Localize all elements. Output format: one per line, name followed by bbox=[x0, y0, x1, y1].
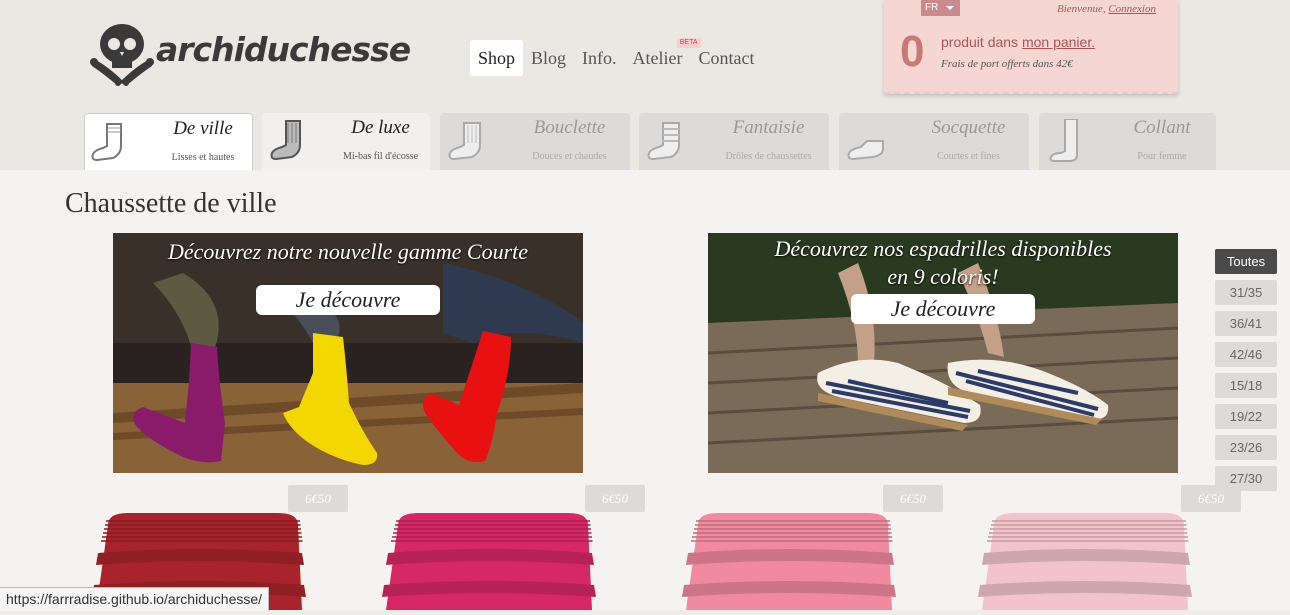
size-toutes[interactable]: Toutes bbox=[1215, 249, 1277, 274]
category-subtitle: Courtes et fines bbox=[937, 151, 1000, 162]
cart-panel: FR Bienvenue, Connexion 0 produit dans m… bbox=[884, 0, 1178, 94]
category-name: Bouclette bbox=[533, 117, 606, 138]
shipping-info: Frais de port offerts dans 42€ bbox=[941, 58, 1073, 70]
size-42-46[interactable]: 42/46 bbox=[1215, 342, 1277, 367]
nav-shop[interactable]: Shop bbox=[470, 40, 524, 76]
product-price: 6€50 bbox=[585, 485, 645, 512]
size-36-41[interactable]: 36/41 bbox=[1215, 311, 1277, 336]
nav-contact[interactable]: Contact bbox=[691, 40, 763, 76]
nav-blog[interactable]: Blog bbox=[523, 40, 574, 76]
category-de-ville[interactable]: De ville Lisses et hautes bbox=[84, 113, 253, 170]
banner-caption-line1: Découvrez nos espadrilles disponibles bbox=[774, 236, 1112, 261]
product-image bbox=[682, 513, 896, 610]
product-image bbox=[978, 513, 1192, 610]
nav-info[interactable]: Info. bbox=[574, 40, 625, 76]
nav-atelier-label: Atelier bbox=[632, 48, 683, 68]
caret-down-icon bbox=[946, 6, 954, 10]
banner-caption: Découvrez nos espadrilles disponibles en… bbox=[708, 235, 1178, 291]
size-31-35[interactable]: 31/35 bbox=[1215, 280, 1277, 305]
product-image bbox=[382, 513, 596, 610]
category-subtitle: Pour femme bbox=[1137, 151, 1187, 162]
category-subtitle: Douces et chaudes bbox=[532, 151, 607, 162]
category-subtitle: Lisses et hautes bbox=[171, 152, 235, 163]
sock-icon bbox=[448, 122, 481, 161]
category-name: De ville bbox=[173, 118, 233, 139]
logo-text: archiduchesse bbox=[156, 30, 411, 69]
language-select[interactable]: FR bbox=[921, 0, 960, 16]
status-bar-url: https://farrradise.github.io/archiduches… bbox=[0, 587, 270, 611]
product-price: 6€50 bbox=[883, 485, 943, 512]
banner-discover-button[interactable]: Je découvre bbox=[256, 285, 440, 315]
product-price: 6€50 bbox=[288, 485, 348, 512]
tights-icon bbox=[1049, 119, 1078, 162]
product-card[interactable] bbox=[678, 505, 908, 610]
category-name: Fantaisie bbox=[732, 117, 805, 138]
product-price: 6€50 bbox=[1181, 485, 1241, 512]
sock-icon bbox=[647, 122, 680, 161]
sock-icon bbox=[270, 120, 301, 161]
banner-courte[interactable]: Découvrez notre nouvelle gamme Courte Je… bbox=[113, 233, 583, 473]
category-fantaisie[interactable]: Fantaisie Drôles de chaussettes bbox=[639, 113, 829, 170]
size-19-22[interactable]: 19/22 bbox=[1215, 404, 1277, 429]
size-23-26[interactable]: 23/26 bbox=[1215, 435, 1277, 460]
nav-atelier[interactable]: Atelier BETA bbox=[625, 38, 701, 76]
category-socquette[interactable]: Socquette Courtes et fines bbox=[839, 113, 1029, 170]
product-card[interactable] bbox=[378, 505, 608, 610]
category-subtitle: Drôles de chaussettes bbox=[725, 151, 812, 162]
category-bouclette[interactable]: Bouclette Douces et chaudes bbox=[440, 113, 630, 170]
banner-caption: Découvrez notre nouvelle gamme Courte bbox=[167, 239, 529, 264]
login-link[interactable]: Connexion bbox=[1108, 3, 1156, 15]
skull-logo-icon bbox=[90, 24, 154, 86]
banner-photo bbox=[113, 233, 583, 473]
cart-count: 0 bbox=[900, 27, 925, 76]
banner-espadrilles[interactable]: Découvrez nos espadrilles disponibles en… bbox=[708, 233, 1178, 473]
size-15-18[interactable]: 15/18 bbox=[1215, 373, 1277, 398]
cart-text-label: produit dans bbox=[941, 34, 1019, 50]
banner-discover-button[interactable]: Je découvre bbox=[851, 294, 1035, 324]
category-collant[interactable]: Collant Pour femme bbox=[1039, 113, 1216, 170]
size-filter: Toutes 31/35 36/41 42/46 15/18 19/22 23/… bbox=[1215, 249, 1277, 497]
sock-icon bbox=[847, 140, 884, 161]
logo[interactable]: archiduchesse bbox=[90, 20, 411, 90]
product-card[interactable] bbox=[974, 505, 1204, 610]
cart-link[interactable]: mon panier. bbox=[1022, 34, 1095, 50]
category-name: Collant bbox=[1133, 117, 1191, 138]
category-subtitle: Mi-bas fil d'écosse bbox=[342, 151, 419, 162]
category-de-luxe[interactable]: De luxe Mi-bas fil d'écosse bbox=[262, 113, 430, 170]
language-value: FR bbox=[925, 2, 939, 13]
cart-text: produit dans mon panier. bbox=[941, 34, 1095, 50]
category-name: De luxe bbox=[351, 117, 410, 138]
welcome-label: Bienvenue, bbox=[1057, 3, 1106, 15]
banner-caption-line2: en 9 coloris! bbox=[887, 264, 999, 289]
category-name: Socquette bbox=[931, 117, 1006, 138]
welcome-text: Bienvenue, Connexion bbox=[1057, 3, 1156, 15]
page-title: Chaussette de ville bbox=[65, 188, 277, 219]
main-nav: Shop Blog Info. Atelier BETA Contact bbox=[470, 38, 763, 76]
sock-icon bbox=[91, 123, 122, 162]
